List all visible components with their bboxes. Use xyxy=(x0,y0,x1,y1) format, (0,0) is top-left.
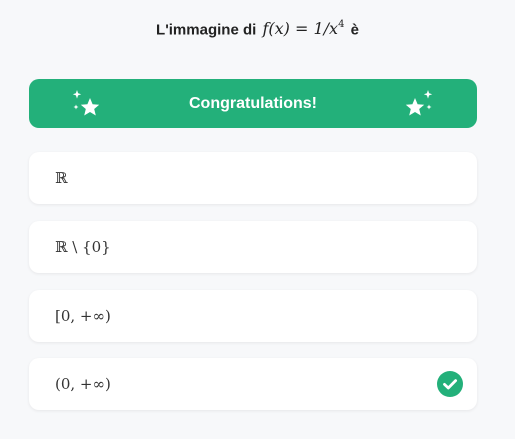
answer-option-label: (0, +∞) xyxy=(55,375,111,393)
answer-option-1[interactable]: ℝ xyxy=(29,152,477,204)
answer-option-label: [0, +∞) xyxy=(55,307,111,325)
sparkle-stars-icon xyxy=(405,90,433,116)
answer-option-3[interactable]: [0, +∞) xyxy=(29,290,477,342)
question-text: L'immagine di f(x) = 1/x4 è xyxy=(0,14,515,42)
answer-option-label: ℝ xyxy=(55,169,68,187)
banner-text: Congratulations! xyxy=(189,94,317,112)
question-suffix: è xyxy=(350,21,359,39)
answer-option-2[interactable]: ℝ \ {0} xyxy=(29,221,477,273)
question-prefix: L'immagine di xyxy=(156,21,257,39)
question-formula-exponent: 4 xyxy=(338,19,345,30)
answer-option-4[interactable]: (0, +∞) xyxy=(29,358,477,410)
question-formula: f(x) = 1/x4 xyxy=(262,19,344,38)
sparkle-stars-icon xyxy=(72,90,100,116)
answer-option-label: ℝ \ {0} xyxy=(55,238,111,256)
check-circle-icon xyxy=(437,371,463,397)
congratulations-banner: Congratulations! xyxy=(29,79,477,128)
question-formula-base: f(x) = 1/x xyxy=(262,19,339,39)
